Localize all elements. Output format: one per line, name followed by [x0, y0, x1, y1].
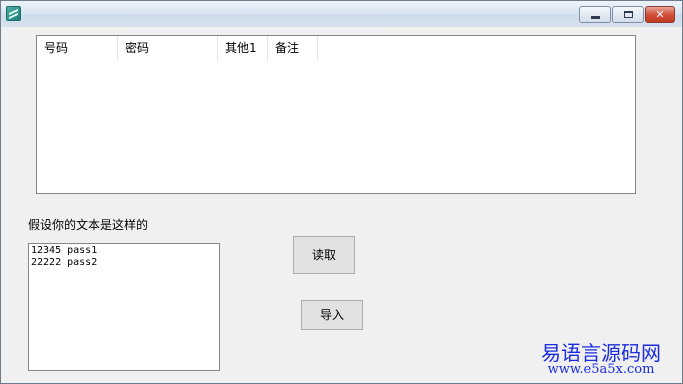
column-header-other1[interactable]: 其他1 — [218, 36, 268, 61]
main-window: ✕ 号码 密码 其他1 备注 假设你的文本是这样的 12345 pass1 22… — [0, 0, 683, 384]
minimize-button[interactable] — [579, 6, 611, 23]
sample-text-box[interactable]: 12345 pass1 22222 pass2 — [28, 243, 220, 371]
maximize-icon — [624, 11, 633, 18]
text-line: 12345 pass1 — [31, 245, 98, 256]
list-header: 号码 密码 其他1 备注 — [37, 36, 635, 61]
account-list-view[interactable]: 号码 密码 其他1 备注 — [36, 35, 636, 194]
import-button[interactable]: 导入 — [301, 300, 363, 330]
column-header-number[interactable]: 号码 — [37, 36, 118, 61]
title-bar[interactable]: ✕ — [1, 1, 682, 27]
column-header-note[interactable]: 备注 — [268, 36, 318, 61]
app-icon — [6, 6, 21, 21]
minimize-icon — [591, 16, 600, 19]
maximize-button[interactable] — [612, 6, 644, 23]
read-button[interactable]: 读取 — [293, 236, 355, 274]
sample-text-label: 假设你的文本是这样的 — [28, 218, 149, 232]
column-header-password[interactable]: 密码 — [118, 36, 218, 61]
close-button[interactable]: ✕ — [645, 6, 675, 23]
text-line: 22222 pass2 — [31, 257, 98, 268]
close-icon: ✕ — [655, 8, 665, 21]
watermark-url: www.e5a5x.com — [547, 362, 655, 377]
